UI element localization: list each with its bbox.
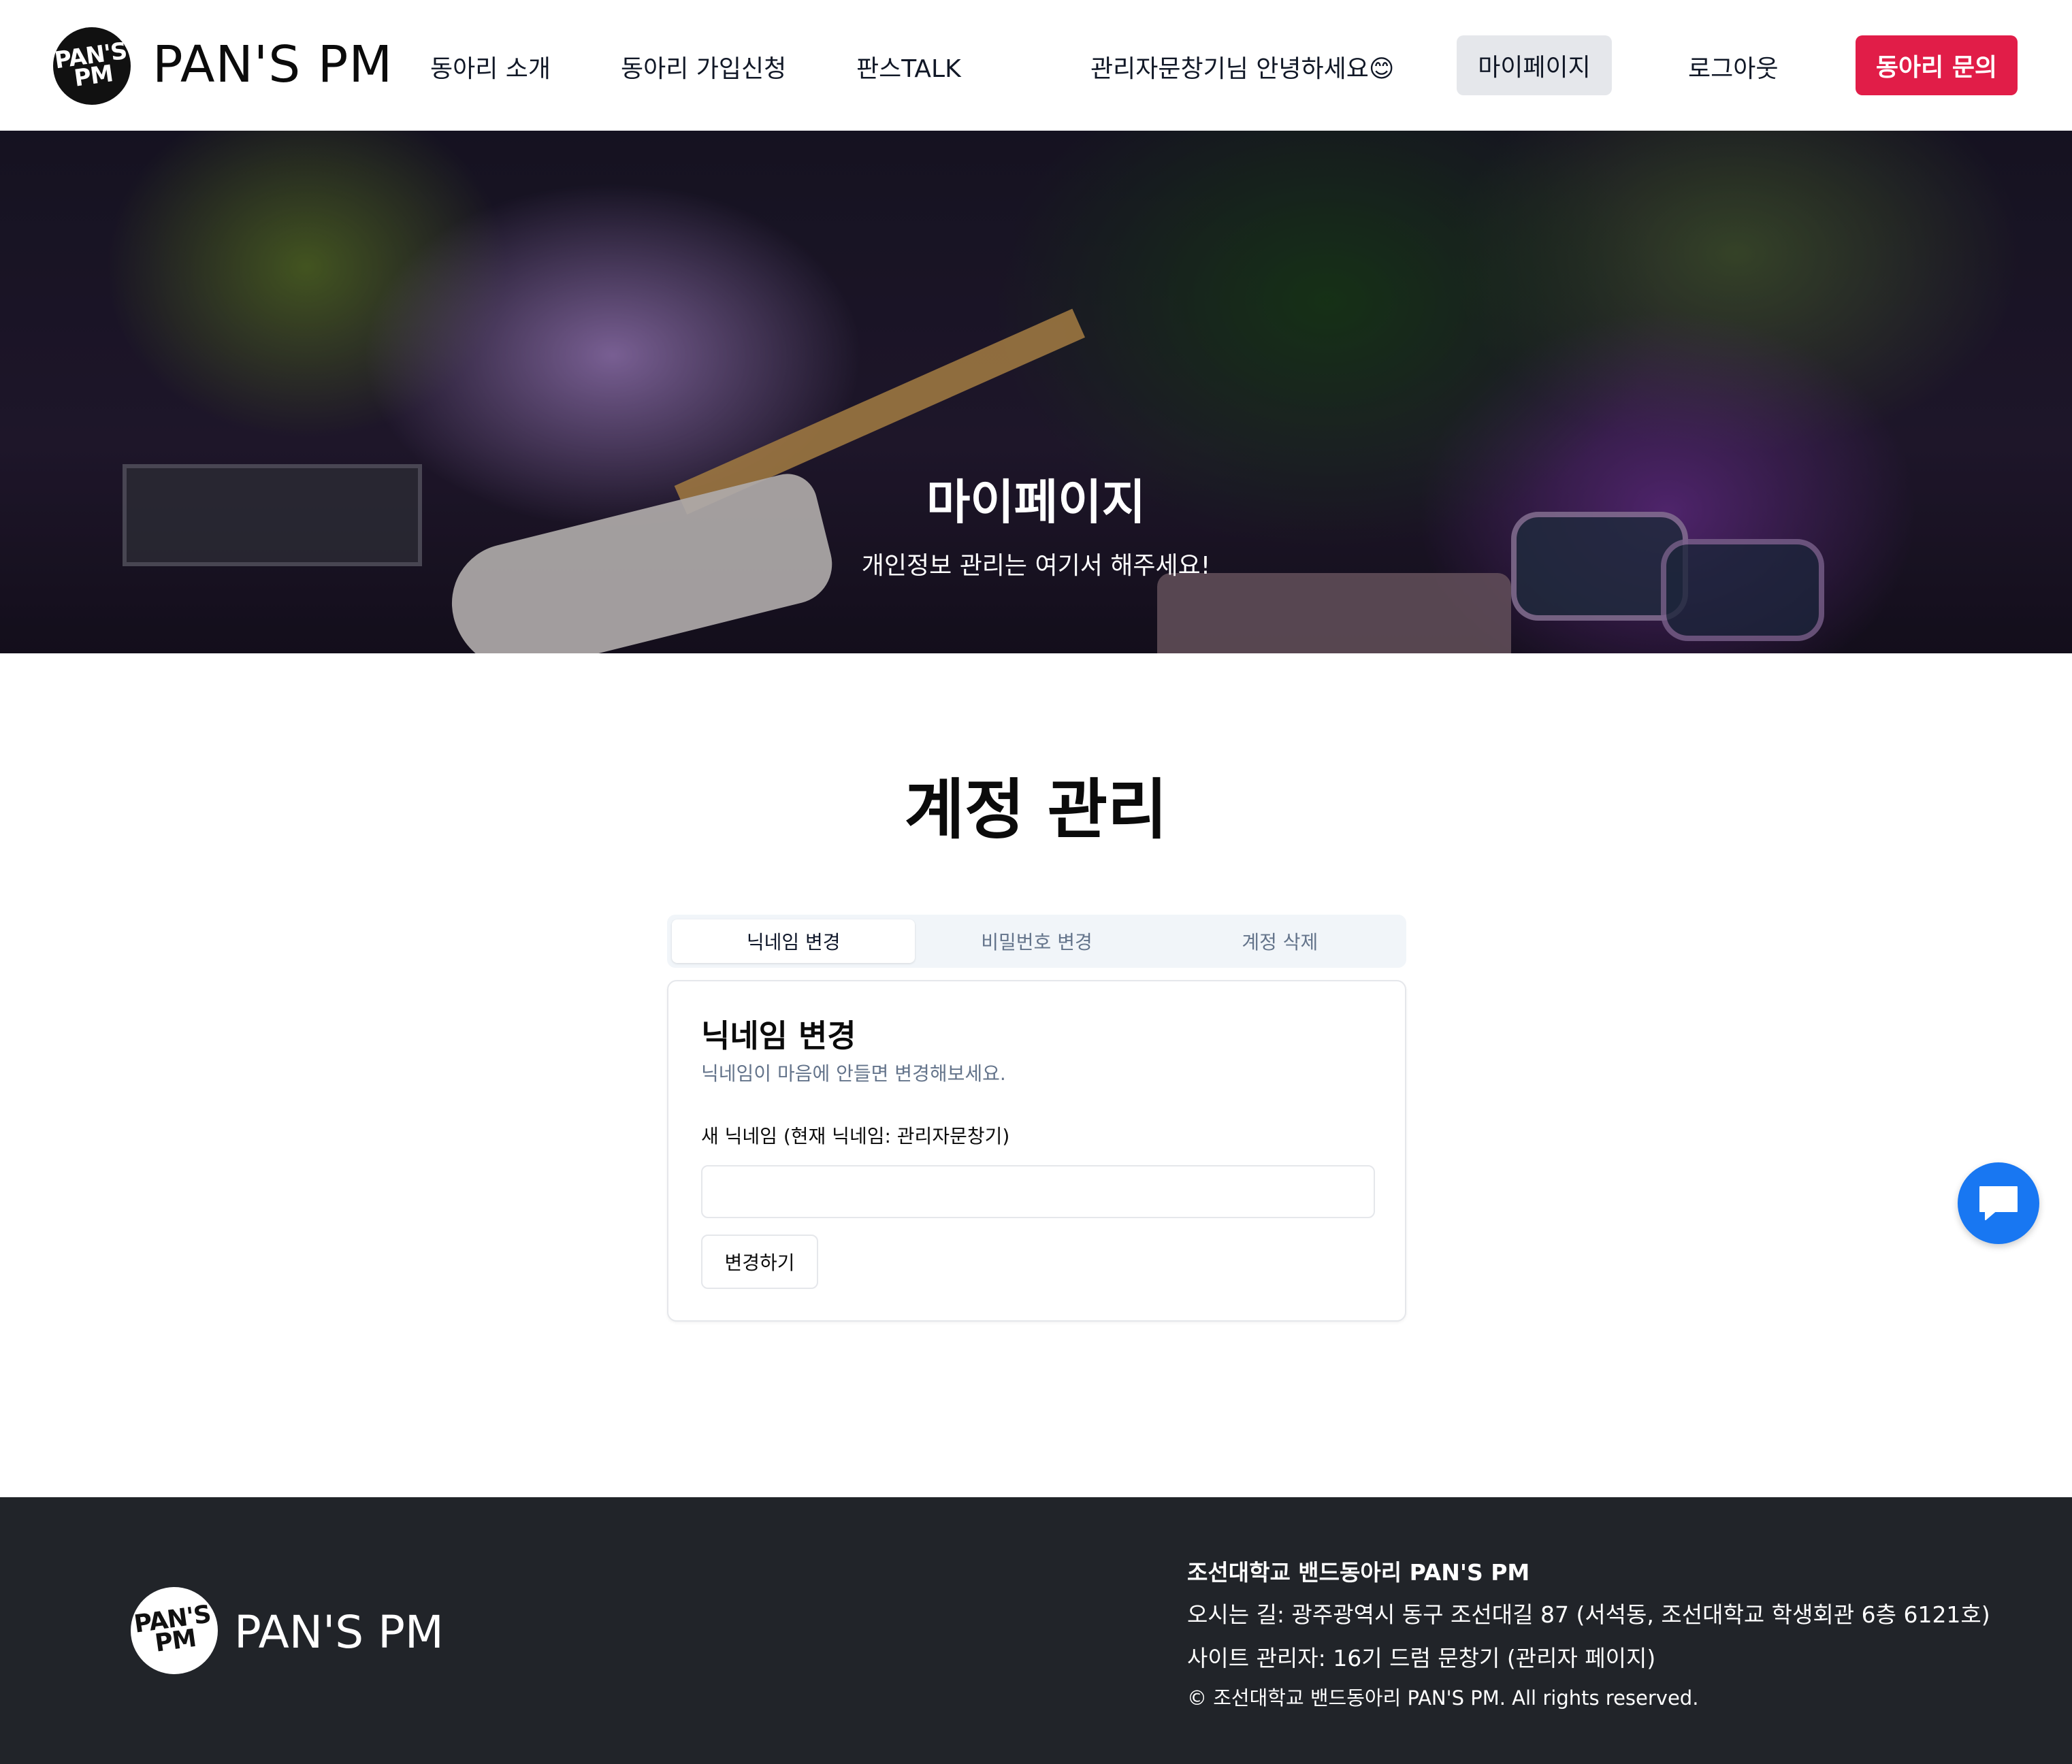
club-logo[interactable]: PAN'S PM — [52, 27, 131, 105]
nickname-card: 닉네임 변경 닉네임이 마음에 안들면 변경해보세요. 새 닉네임 (현재 닉네… — [667, 980, 1406, 1322]
club-inquiry-button[interactable]: 동아리 문의 — [1856, 35, 2018, 95]
new-nickname-input[interactable] — [701, 1165, 1375, 1218]
nav-link-join[interactable]: 동아리 가입신청 — [621, 49, 786, 84]
brand-name[interactable]: PAN'S PM — [152, 35, 393, 94]
tab-nickname[interactable]: 닉네임 변경 — [672, 919, 916, 963]
new-nickname-label: 새 닉네임 (현재 닉네임: 관리자문창기) — [701, 1125, 1010, 1147]
nav-link-about[interactable]: 동아리 소개 — [430, 49, 551, 84]
footer-brand: PAN'S PM — [234, 1606, 444, 1659]
footer-org: 조선대학교 밴드동아리 PAN'S PM — [1187, 1559, 1530, 1586]
logout-link[interactable]: 로그아웃 — [1688, 49, 1778, 84]
hero-title: 마이페이지 — [926, 474, 1146, 530]
user-greeting: 관리자문창기님 안녕하세요😊 — [1090, 55, 1395, 83]
footer: PAN'S PM PAN'S PM 조선대학교 밴드동아리 PAN'S PM 오시… — [0, 1497, 2072, 1764]
card-title: 닉네임 변경 — [701, 1017, 856, 1054]
footer-address: 오시는 길: 광주광역시 동구 조선대길 87 (서석동, 조선대학교 학생회관… — [1187, 1601, 1990, 1628]
top-navbar: PAN'S PM PAN'S PM 동아리 소개 동아리 가입신청 판스TALK … — [0, 0, 2072, 131]
change-nickname-button[interactable]: 변경하기 — [701, 1235, 818, 1289]
account-tabs: 닉네임 변경 비밀번호 변경 계정 삭제 — [667, 915, 1406, 968]
footer-copyright: © 조선대학교 밴드동아리 PAN'S PM. All rights reser… — [1187, 1686, 1699, 1710]
tab-delete-account[interactable]: 계정 삭제 — [1159, 919, 1402, 963]
page-title: 계정 관리 — [904, 772, 1168, 848]
hero-subtitle: 개인정보 관리는 여기서 해주세요! — [861, 552, 1211, 580]
card-description: 닉네임이 마음에 안들면 변경해보세요. — [701, 1062, 1006, 1085]
footer-logo-mark: PAN'S PM — [132, 1600, 213, 1658]
footer-admin[interactable]: 사이트 관리자: 16기 드럼 문창기 (관리자 페이지) — [1187, 1640, 1655, 1673]
hero-banner: 마이페이지 개인정보 관리는 여기서 해주세요! — [0, 131, 2072, 653]
mypage-button[interactable]: 마이페이지 — [1457, 35, 1612, 95]
chat-bubble-icon — [1979, 1186, 2018, 1220]
footer-logo[interactable]: PAN'S PM — [131, 1587, 218, 1674]
tab-password[interactable]: 비밀번호 변경 — [915, 919, 1158, 963]
logo-mark: PAN'S PM — [52, 37, 129, 93]
chat-button[interactable] — [1958, 1162, 2039, 1244]
nav-link-panstalk[interactable]: 판스TALK — [856, 49, 961, 84]
